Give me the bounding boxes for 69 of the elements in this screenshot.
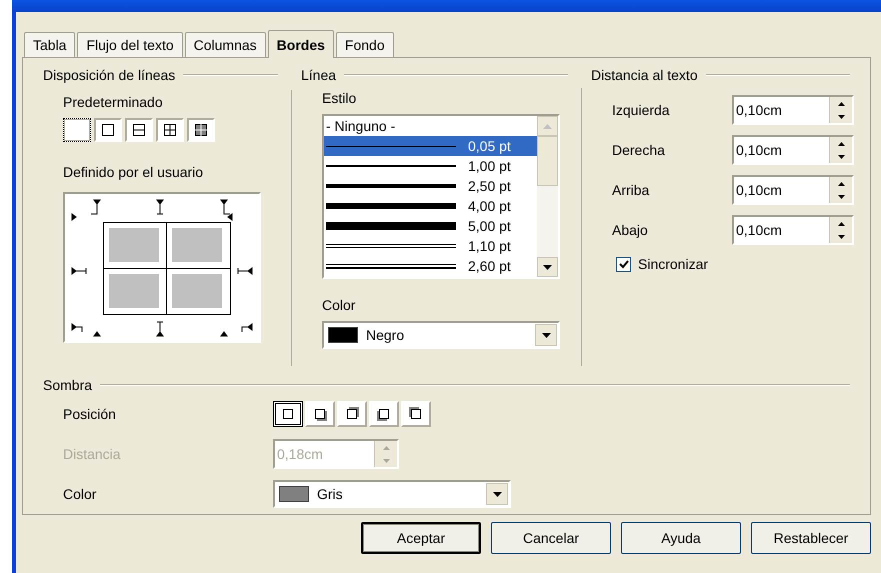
- field-label: Predeterminado: [63, 94, 164, 110]
- scroll-down-icon[interactable]: [537, 257, 558, 277]
- line-style-item[interactable]: 5,00 pt: [324, 216, 537, 236]
- line-style-item[interactable]: 1,00 pt: [324, 156, 537, 176]
- field-label: Arriba: [612, 182, 650, 198]
- dialog-button[interactable]: Ayuda: [621, 522, 741, 554]
- preset-button[interactable]: [63, 118, 91, 142]
- spin-field[interactable]: 0,10cm: [732, 175, 854, 205]
- line-style-item[interactable]: 4,00 pt: [324, 196, 537, 216]
- preset-button[interactable]: [125, 118, 153, 142]
- shadow-position-icon: [344, 406, 360, 422]
- preset-button[interactable]: [187, 118, 215, 142]
- line-sample-icon: [326, 222, 456, 230]
- dialog-button[interactable]: Restablecer: [751, 522, 871, 554]
- preset-button[interactable]: [94, 118, 122, 142]
- color-dropdown[interactable]: Gris: [273, 480, 511, 508]
- spin-field[interactable]: 0,10cm: [732, 95, 854, 125]
- spin-arrows-icon[interactable]: [829, 137, 852, 163]
- section-title: Disposición de líneas: [43, 67, 176, 83]
- field-label: Posición: [63, 406, 117, 422]
- field-label: Estilo: [322, 90, 358, 106]
- spin-arrows-icon[interactable]: [829, 177, 852, 203]
- field-label: Abajo: [612, 222, 649, 238]
- section-title: Sombra: [43, 377, 92, 393]
- spin-field[interactable]: 0,10cm: [732, 215, 854, 245]
- tab[interactable]: Bordes: [268, 30, 334, 58]
- tab[interactable]: Fondo: [336, 32, 394, 57]
- spin-arrows-icon[interactable]: [829, 217, 852, 243]
- checkbox[interactable]: [616, 256, 631, 272]
- border-layout-icon: [194, 123, 208, 137]
- preset-button[interactable]: [156, 118, 184, 142]
- checkbox-label: Sincronizar: [638, 256, 708, 272]
- shadow-position-icon: [280, 406, 296, 422]
- line-sample-icon: [326, 184, 456, 188]
- field-label: Definido por el usuario: [63, 164, 204, 180]
- line-style-item[interactable]: 2,50 pt: [324, 176, 537, 196]
- tab[interactable]: Flujo del texto: [77, 32, 183, 57]
- scrollbar[interactable]: [537, 116, 558, 277]
- field-label: Izquierda: [612, 102, 671, 118]
- tab[interactable]: Columnas: [184, 32, 266, 57]
- line-style-list[interactable]: - Ninguno - 0,05 pt 1,00 pt 2,50 pt 4,00 pt 5,00 pt 1,10 pt 2,60 pt: [322, 114, 560, 279]
- field-label: Color: [63, 486, 98, 502]
- line-sample-icon: [326, 165, 456, 167]
- border-layout-icon: [132, 123, 146, 137]
- field-label: Distancia: [63, 446, 122, 462]
- line-style-item[interactable]: 0,05 pt: [324, 136, 537, 156]
- shadow-position-icon: [408, 406, 424, 422]
- shadow-position-icon: [376, 406, 392, 422]
- field-label: Color: [322, 297, 356, 313]
- field-label: Derecha: [612, 142, 666, 158]
- border-layout-icon: [101, 123, 115, 137]
- section-title: Distancia al texto: [591, 67, 698, 83]
- tab[interactable]: Tabla: [24, 32, 76, 57]
- dialog-button[interactable]: Cancelar: [491, 522, 611, 554]
- line-sample-icon: [326, 264, 456, 268]
- border-layout-icon: [163, 123, 177, 137]
- spin-arrows-icon[interactable]: [829, 97, 852, 123]
- shadow-position-button[interactable]: [273, 401, 303, 427]
- section-title: Línea: [301, 67, 336, 83]
- line-style-item[interactable]: 2,60 pt: [324, 256, 537, 276]
- color-dropdown[interactable]: Negro: [322, 321, 560, 349]
- spin-field[interactable]: 0,10cm: [732, 135, 854, 165]
- dialog-button[interactable]: Aceptar: [361, 522, 481, 554]
- line-style-item[interactable]: - Ninguno -: [324, 116, 537, 136]
- shadow-position-icon: [312, 406, 328, 422]
- line-sample-icon: [326, 244, 456, 248]
- line-style-item[interactable]: 1,10 pt: [324, 236, 537, 256]
- line-sample-icon: [326, 203, 456, 209]
- scroll-thumb[interactable]: [537, 136, 558, 186]
